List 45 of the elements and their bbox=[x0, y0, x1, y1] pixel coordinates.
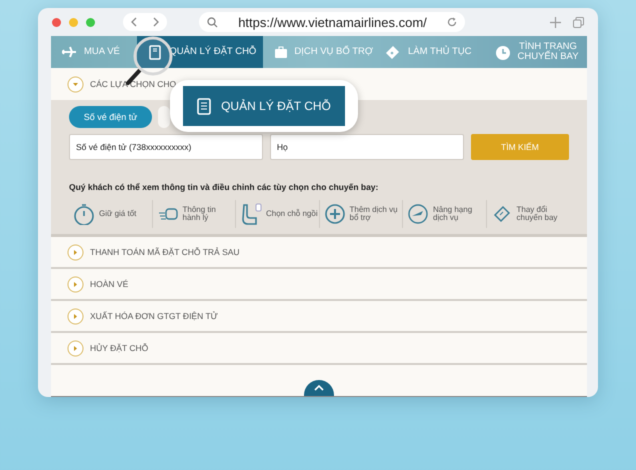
plane-icon bbox=[61, 44, 77, 60]
expand-icon[interactable] bbox=[67, 276, 84, 292]
plane-circle-icon bbox=[407, 203, 429, 225]
option-link[interactable]: Giữ giá tốt bbox=[99, 210, 151, 218]
search-tab[interactable] bbox=[158, 106, 170, 128]
scroll-up-button[interactable] bbox=[304, 380, 334, 396]
option-link[interactable]: Nâng hạng dịch vụ bbox=[433, 206, 485, 222]
book-icon bbox=[197, 98, 212, 114]
expand-icon[interactable] bbox=[67, 244, 84, 260]
info-text: Quý khách có thể xem thông tin và điều chỉnh các tùy chọn cho chuyến bay: bbox=[69, 182, 380, 192]
section-title[interactable]: HOÀN VÉ bbox=[90, 279, 128, 289]
chevron-up-icon bbox=[314, 385, 324, 391]
address-bar[interactable]: https://www.vietnamairlines.com/ bbox=[199, 12, 465, 32]
stopwatch-icon bbox=[73, 203, 95, 225]
section-title[interactable]: XUẤT HÓA ĐƠN GTGT ĐIỆN TỬ bbox=[90, 311, 218, 321]
close-icon[interactable] bbox=[52, 18, 61, 26]
expand-icon[interactable] bbox=[67, 340, 84, 356]
input-field[interactable]: Họ bbox=[270, 134, 464, 160]
briefcase-icon bbox=[273, 44, 288, 60]
minimize-icon[interactable] bbox=[69, 18, 78, 26]
search-icon bbox=[207, 16, 218, 28]
option-link[interactable]: Thêm dịch vụ bổ trợ bbox=[350, 206, 402, 222]
search-tab[interactable]: Số vé điện tử bbox=[69, 106, 152, 128]
seat-icon bbox=[240, 203, 262, 225]
section-title[interactable]: THANH TOÁN MÃ ĐẶT CHỖ TRẢ SAU bbox=[90, 247, 240, 257]
chevron-right-icon bbox=[152, 17, 160, 27]
plus-icon bbox=[324, 203, 346, 225]
new-tab-icon[interactable] bbox=[550, 16, 561, 28]
callout-text: QUẢN LÝ ĐẶT CHỖ bbox=[221, 99, 331, 113]
reload-icon[interactable] bbox=[447, 17, 457, 27]
collapse-icon[interactable] bbox=[67, 76, 84, 92]
section-title[interactable]: HỦY ĐẶT CHỖ bbox=[90, 343, 148, 353]
tabs-icon[interactable] bbox=[573, 16, 584, 28]
option-link[interactable]: Chọn chỗ ngồi bbox=[266, 210, 318, 218]
section-title[interactable]: CÁC LỰA CHỌN CHO bbox=[90, 79, 176, 89]
url-text: https://www.vietnamairlines.com/ bbox=[237, 14, 428, 30]
ticket-icon bbox=[385, 44, 401, 60]
book-icon bbox=[147, 44, 162, 60]
expand-icon[interactable] bbox=[67, 308, 84, 324]
maximize-icon[interactable] bbox=[86, 18, 95, 26]
option-link[interactable]: Thông tin hành lý bbox=[182, 206, 234, 222]
option-link[interactable]: Thay đổi chuyến bay bbox=[516, 206, 568, 222]
input-field[interactable]: Số vé điện tử (738xxxxxxxxxx) bbox=[69, 134, 263, 160]
clock-icon bbox=[495, 44, 511, 60]
chevron-left-icon bbox=[130, 17, 138, 27]
